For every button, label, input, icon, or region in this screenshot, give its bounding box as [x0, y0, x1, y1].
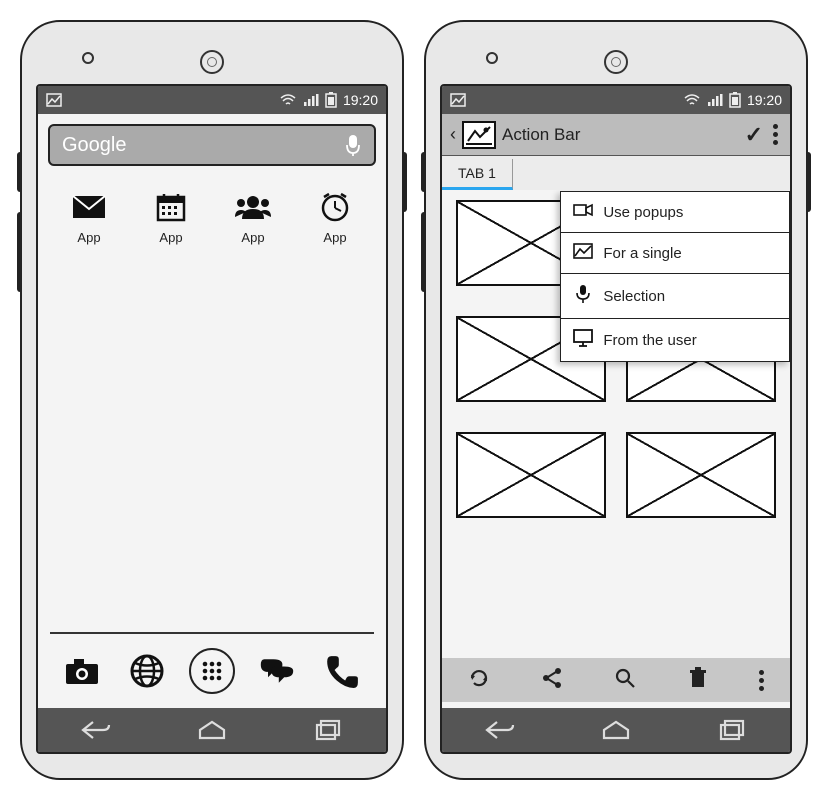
battery-icon	[729, 92, 741, 108]
share-icon[interactable]	[541, 667, 563, 694]
search-bar[interactable]: Google	[48, 124, 376, 166]
popup-label: For a single	[603, 245, 681, 262]
tab-1[interactable]: TAB 1	[442, 159, 513, 190]
image-placeholder[interactable]	[626, 432, 776, 518]
refresh-icon[interactable]	[468, 667, 490, 694]
phone-icon[interactable]	[320, 649, 364, 693]
app-label: App	[159, 230, 182, 245]
content-area: Use popups For a single Selection	[442, 190, 790, 658]
bottom-toolbar	[442, 658, 790, 702]
contacts-icon	[234, 190, 272, 224]
search-icon[interactable]	[614, 667, 636, 694]
app-clock[interactable]: App	[300, 190, 370, 245]
battery-icon	[325, 92, 337, 108]
mail-icon	[72, 190, 106, 224]
mic-icon	[573, 284, 593, 308]
image-icon	[573, 243, 593, 263]
earpiece	[604, 50, 628, 74]
globe-icon[interactable]	[125, 649, 169, 693]
app-mail[interactable]: App	[54, 190, 124, 245]
tab-bar: TAB 1	[442, 156, 790, 190]
phone-frame-home: 19:20 Google App App	[20, 20, 404, 780]
wifi-icon	[279, 93, 297, 107]
actionbar-logo-icon	[462, 121, 496, 149]
app-label: App	[323, 230, 346, 245]
back-icon[interactable]: ‹	[450, 124, 456, 145]
screen-detail: 19:20 ‹ Action Bar ✓ TAB 1 Use popups	[440, 84, 792, 754]
chat-icon[interactable]	[255, 649, 299, 693]
mic-icon[interactable]	[344, 133, 362, 157]
app-row: App App App App	[38, 190, 386, 245]
camera-icon[interactable]	[60, 649, 104, 693]
popup-label: Use popups	[603, 204, 683, 221]
sensor	[82, 52, 94, 64]
popup-label: From the user	[603, 332, 696, 349]
nav-recent-icon[interactable]	[311, 718, 345, 742]
notification-image-icon	[450, 93, 466, 107]
nav-back-icon[interactable]	[483, 718, 517, 742]
tab-label: TAB 1	[458, 165, 496, 181]
app-label: App	[241, 230, 264, 245]
earpiece	[200, 50, 224, 74]
nav-bar	[442, 708, 790, 752]
signal-icon	[707, 93, 723, 107]
calendar-icon	[156, 190, 186, 224]
popup-item-monitor[interactable]: From the user	[561, 319, 789, 361]
signal-icon	[303, 93, 319, 107]
wifi-icon	[683, 93, 701, 107]
app-contacts[interactable]: App	[218, 190, 288, 245]
status-bar: 19:20	[38, 86, 386, 114]
phone-frame-detail: 19:20 ‹ Action Bar ✓ TAB 1 Use popups	[424, 20, 808, 780]
screen-home: 19:20 Google App App	[36, 84, 388, 754]
status-time: 19:20	[343, 92, 378, 108]
dock	[38, 634, 386, 702]
image-placeholder[interactable]	[456, 432, 606, 518]
popup-item-mic[interactable]: Selection	[561, 274, 789, 319]
app-label: App	[77, 230, 100, 245]
notification-image-icon	[46, 93, 62, 107]
overflow-menu-icon[interactable]	[769, 124, 782, 145]
check-icon[interactable]: ✓	[745, 122, 763, 148]
nav-home-icon[interactable]	[599, 718, 633, 742]
actionbar-title: Action Bar	[502, 125, 739, 145]
popup-item-video[interactable]: Use popups	[561, 192, 789, 233]
nav-home-icon[interactable]	[195, 718, 229, 742]
monitor-icon	[573, 329, 593, 351]
status-time: 19:20	[747, 92, 782, 108]
nav-back-icon[interactable]	[79, 718, 113, 742]
apps-icon[interactable]	[189, 648, 235, 694]
popup-item-image[interactable]: For a single	[561, 233, 789, 274]
popup-label: Selection	[603, 288, 665, 305]
nav-bar	[38, 708, 386, 752]
search-placeholder: Google	[62, 134, 127, 157]
video-icon	[573, 202, 593, 222]
sensor	[486, 52, 498, 64]
app-calendar[interactable]: App	[136, 190, 206, 245]
nav-recent-icon[interactable]	[715, 718, 749, 742]
popup-menu: Use popups For a single Selection	[560, 191, 790, 362]
status-bar: 19:20	[442, 86, 790, 114]
trash-icon[interactable]	[688, 667, 708, 694]
clock-icon	[319, 190, 351, 224]
action-bar: ‹ Action Bar ✓	[442, 114, 790, 156]
more-icon[interactable]	[759, 670, 764, 691]
